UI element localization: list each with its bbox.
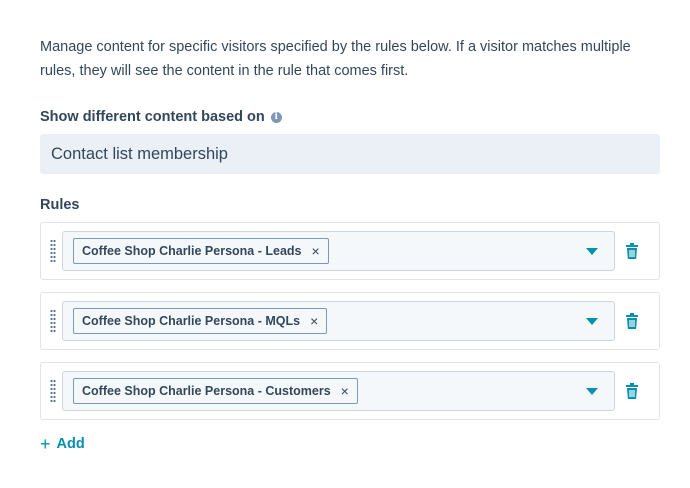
- rule-tag: Coffee Shop Charlie Persona - MQLs ×: [73, 308, 328, 334]
- drag-handle-icon[interactable]: [50, 309, 56, 333]
- add-rule-label: Add: [56, 436, 85, 452]
- rule-tag-label: Coffee Shop Charlie Persona - Customers: [82, 384, 331, 398]
- plus-icon: +: [40, 434, 51, 454]
- rule-row: Coffee Shop Charlie Persona - Leads ×: [40, 222, 660, 280]
- close-icon[interactable]: ×: [312, 244, 320, 258]
- info-icon[interactable]: i: [270, 111, 282, 123]
- rule-tag: Coffee Shop Charlie Persona - Customers …: [73, 378, 358, 404]
- rule-list-select[interactable]: Coffee Shop Charlie Persona - Customers …: [62, 371, 615, 411]
- close-icon[interactable]: ×: [310, 314, 318, 328]
- close-icon[interactable]: ×: [341, 384, 349, 398]
- caret-down-icon[interactable]: [586, 248, 598, 255]
- drag-handle-icon[interactable]: [50, 239, 56, 263]
- trash-icon[interactable]: [626, 313, 638, 329]
- rule-row: Coffee Shop Charlie Persona - Customers …: [40, 362, 660, 420]
- trash-icon[interactable]: [626, 243, 638, 259]
- caret-down-icon[interactable]: [586, 388, 598, 395]
- rule-list-select[interactable]: Coffee Shop Charlie Persona - Leads ×: [62, 231, 615, 271]
- content-basis-select-value: Contact list membership: [51, 144, 228, 163]
- rule-tag-label: Coffee Shop Charlie Persona - Leads: [82, 244, 302, 258]
- description-text: Manage content for specific visitors spe…: [40, 39, 631, 79]
- rule-tag-label: Coffee Shop Charlie Persona - MQLs: [82, 314, 301, 328]
- rule-tag: Coffee Shop Charlie Persona - Leads ×: [73, 238, 329, 264]
- caret-down-icon[interactable]: [586, 318, 598, 325]
- content-basis-select[interactable]: Contact list membership: [40, 134, 660, 174]
- rule-list-select[interactable]: Coffee Shop Charlie Persona - MQLs ×: [62, 301, 615, 341]
- drag-handle-icon[interactable]: [50, 379, 56, 403]
- rule-row: Coffee Shop Charlie Persona - MQLs ×: [40, 292, 660, 350]
- trash-icon[interactable]: [626, 383, 638, 399]
- content-basis-label: Show different content based on i: [40, 109, 282, 125]
- rules-label: Rules: [40, 197, 80, 213]
- content-basis-label-text: Show different content based on: [40, 109, 265, 125]
- add-rule-button[interactable]: + Add: [40, 435, 85, 453]
